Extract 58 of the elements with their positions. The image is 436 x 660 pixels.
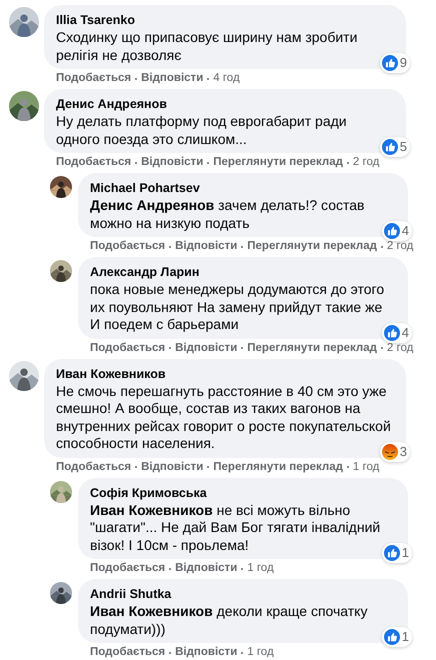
thumbs-up-icon bbox=[384, 545, 400, 561]
action-link[interactable]: Подобається bbox=[56, 72, 132, 85]
reaction-badge[interactable]: 1 bbox=[382, 543, 412, 563]
author-name[interactable]: Софія Кримовська bbox=[90, 486, 207, 500]
action-link[interactable]: Відповісти bbox=[175, 240, 238, 253]
timestamp-link[interactable]: 1 год bbox=[247, 562, 274, 575]
thumbs-up-icon bbox=[384, 629, 400, 645]
action-link[interactable]: Подобається bbox=[56, 156, 132, 169]
timestamp-link[interactable]: 2 год bbox=[386, 240, 414, 253]
action-link[interactable]: Відповісти bbox=[175, 342, 238, 354]
timestamp-link[interactable]: 2 год bbox=[352, 156, 380, 169]
reaction-count: 4 bbox=[402, 324, 409, 340]
author-name[interactable]: Illia Tsarenko bbox=[56, 13, 135, 28]
action-link[interactable]: Відповісти bbox=[175, 646, 238, 659]
thumbs-up-icon bbox=[382, 139, 398, 155]
action-link[interactable]: Подобається bbox=[90, 646, 166, 659]
timestamp-link[interactable]: 1 год bbox=[352, 460, 380, 474]
comment-text: Ну делать платформу под еврогабарит ради одного поезда это слишком... bbox=[56, 113, 348, 148]
action-link[interactable]: Переглянути переклад bbox=[213, 460, 343, 474]
author-name[interactable]: Иван Кожевников bbox=[56, 366, 166, 382]
reaction-badge[interactable]: 9 bbox=[380, 53, 410, 73]
comment-text: Иван Кожевников деколи краще спочатку подумати))) bbox=[90, 603, 368, 638]
action-link[interactable]: Відповісти bbox=[141, 460, 204, 474]
action-link[interactable]: Відповісти bbox=[141, 156, 204, 169]
comment-text: Денис Андреянов зачем делать!? состав можно на низкую подать bbox=[90, 197, 366, 232]
author-name[interactable]: Денис Андреянов bbox=[56, 97, 167, 112]
action-link[interactable]: Переглянути переклад bbox=[247, 342, 377, 354]
action-link[interactable]: Відповісти bbox=[141, 72, 204, 85]
action-link[interactable]: Подобається bbox=[90, 240, 166, 253]
thumbs-up-icon bbox=[384, 223, 400, 239]
thumbs-up-icon bbox=[384, 324, 400, 340]
action-link[interactable]: Відповісти bbox=[175, 562, 238, 575]
reaction-badge[interactable]: 4 bbox=[382, 221, 412, 241]
timestamp-link[interactable]: 4 год bbox=[213, 72, 240, 85]
author-name[interactable]: Michael Pohartsev bbox=[90, 181, 200, 196]
thumbs-up-icon bbox=[382, 55, 398, 71]
reaction-badge[interactable]: 1 bbox=[382, 627, 412, 647]
action-link[interactable]: Подобається bbox=[56, 460, 132, 474]
action-link[interactable]: Переглянути переклад bbox=[213, 156, 343, 169]
comment-text: Сходинку що припасовує ширину нам зробити релігія не дозволяє bbox=[56, 29, 358, 64]
action-link[interactable]: Подобається bbox=[90, 562, 166, 575]
author-name[interactable]: Andrii Shutka bbox=[90, 587, 172, 602]
reaction-count: 1 bbox=[402, 629, 409, 645]
reaction-count: 9 bbox=[400, 55, 407, 71]
action-link[interactable]: Переглянути переклад bbox=[247, 240, 377, 253]
reaction-badge[interactable]: 4 bbox=[382, 322, 412, 342]
action-link[interactable]: Подобається bbox=[90, 342, 166, 354]
reaction-badge[interactable]: 3 bbox=[380, 442, 410, 462]
timestamp-link[interactable]: 2 год bbox=[386, 342, 414, 354]
angry-emoji-icon bbox=[382, 444, 398, 460]
reaction-count: 3 bbox=[400, 444, 407, 460]
author-name[interactable]: Александр Ларин bbox=[90, 265, 200, 280]
reaction-badge[interactable]: 5 bbox=[380, 137, 410, 157]
timestamp-link[interactable]: 1 год bbox=[247, 646, 274, 659]
reaction-count: 5 bbox=[400, 139, 407, 155]
reaction-count: 4 bbox=[402, 223, 409, 239]
reaction-count: 1 bbox=[402, 545, 409, 561]
comment-text: Иван Кожевников не всі можуть вільно "шагати"... Не дай Вам Бог тягати інвалідний візок! І 10см - проьлема! bbox=[90, 502, 382, 554]
